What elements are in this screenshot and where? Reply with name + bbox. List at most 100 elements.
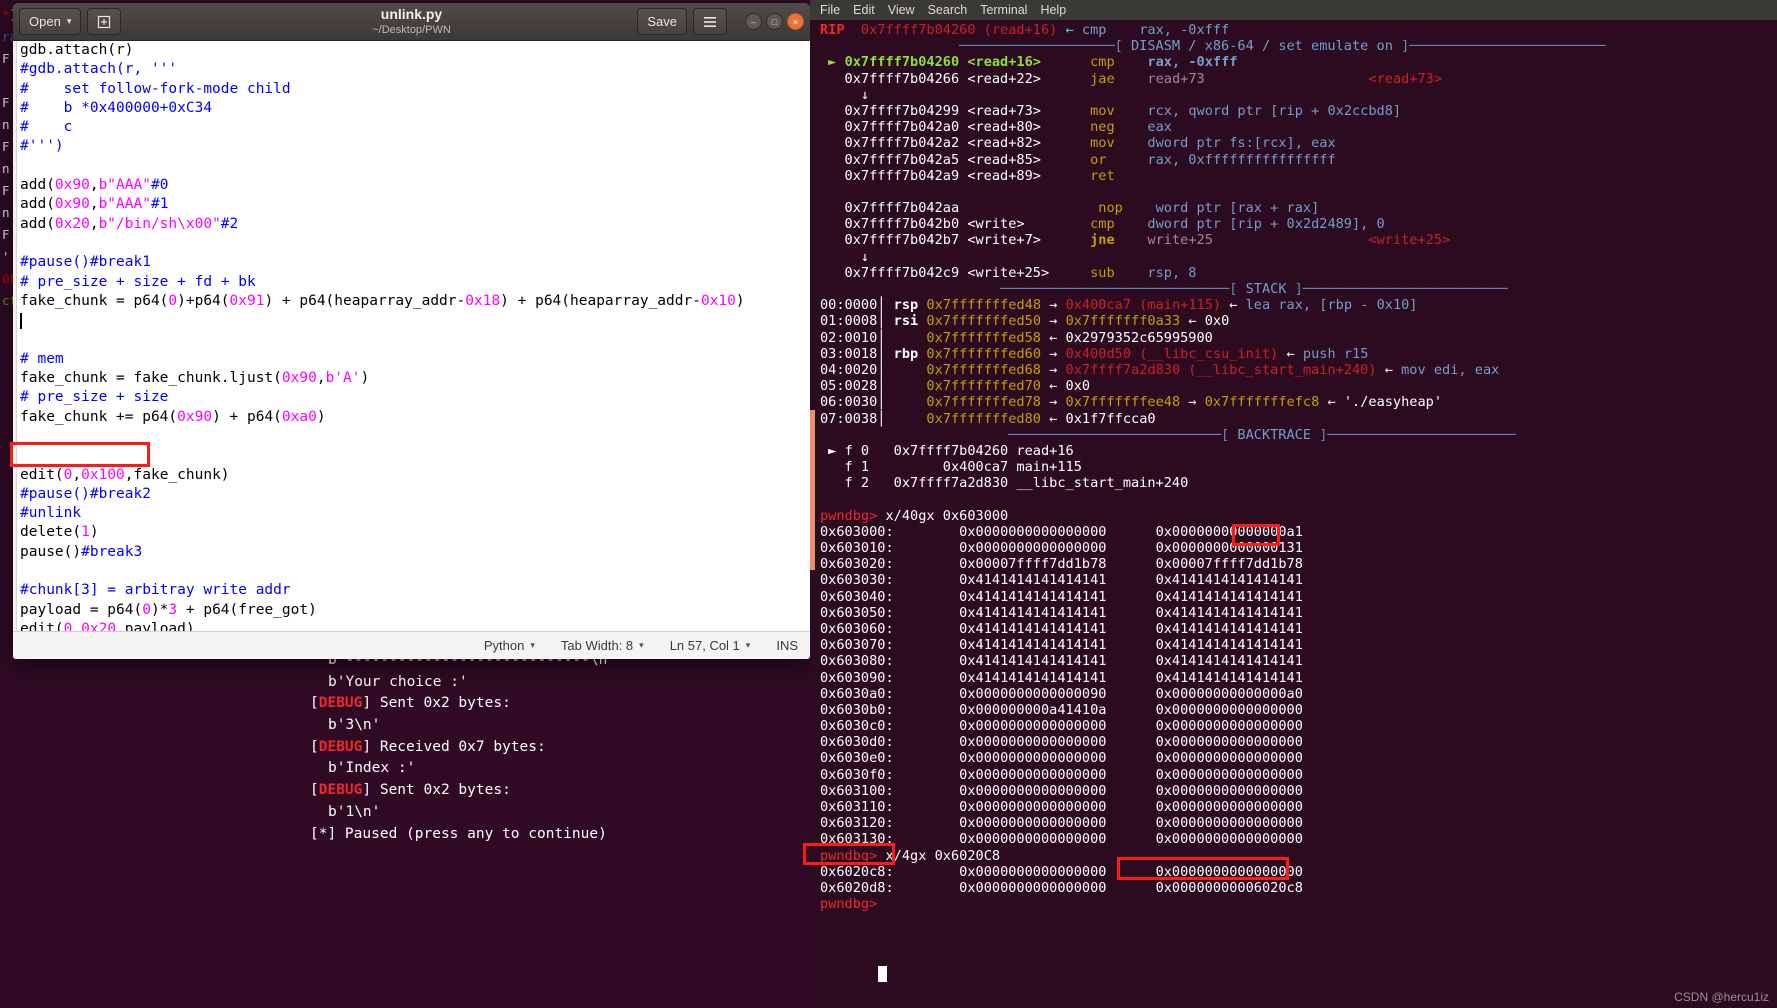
gedit-editor-area[interactable]: gdb.attach(r) #gdb.attach(r, ''' # set fol… bbox=[13, 41, 810, 631]
source-code-text[interactable]: gdb.attach(r) #gdb.attach(r, ''' # set fol… bbox=[20, 41, 810, 631]
menu-item-edit[interactable]: Edit bbox=[853, 2, 875, 18]
text-span: 0xa0 bbox=[281, 408, 317, 425]
text-span: # pre_size + size bbox=[20, 389, 169, 406]
text-span: rax, 0xffffffffffffffff bbox=[1147, 151, 1336, 168]
text-span: ,payload) bbox=[116, 620, 195, 631]
text-line: 0x603000: 0x0000000000000000 0x000000000… bbox=[820, 524, 1777, 540]
text-span: 0x7ffff7b042b0 <write> bbox=[820, 216, 1025, 233]
menu-item-search[interactable]: Search bbox=[928, 2, 968, 18]
text-span bbox=[1115, 216, 1148, 232]
text-line: 0x7ffff7b042c9 <write+25> sub rsp, 8 bbox=[820, 265, 1777, 281]
text-span: 0x90 bbox=[177, 408, 213, 425]
terminal-scroll-accent bbox=[810, 410, 815, 570]
text-span: #chunk[3] = arbitray write addr bbox=[20, 582, 291, 599]
language-selector[interactable]: Python ▾ bbox=[484, 638, 535, 653]
text-line: #pause()#break2 bbox=[20, 485, 810, 504]
text-span: │ bbox=[877, 378, 927, 395]
text-span: 03:0018 bbox=[820, 345, 878, 362]
text-span bbox=[1115, 103, 1148, 119]
text-line: 0x7ffff7b04266 <read+22> jae read+73 <re… bbox=[820, 71, 1777, 87]
text-span: edit( bbox=[20, 620, 64, 631]
text-span: F bbox=[2, 95, 10, 110]
text-span: 0x6020c8: bbox=[820, 863, 894, 880]
text-span: → bbox=[1041, 345, 1066, 362]
text-span: F bbox=[2, 139, 10, 154]
terminal-text: b'1\n' bbox=[328, 803, 381, 820]
text-span: n bbox=[2, 205, 10, 220]
text-span: 0x0000000000000000 0x0000000000000000 bbox=[893, 734, 1303, 751]
pwndbg-output[interactable]: RIP 0x7ffff7b04260 (read+16) ← cmp rax, … bbox=[810, 20, 1777, 912]
menu-item-view[interactable]: View bbox=[888, 2, 915, 18]
text-span: sub bbox=[1049, 264, 1115, 281]
text-line: 0x603030: 0x4141414141414141 0x414141414… bbox=[820, 572, 1777, 588]
text-span: │ bbox=[877, 313, 894, 330]
minimize-button[interactable]: – bbox=[745, 13, 762, 30]
gedit-window[interactable]: Open ▾ unlink.py ~/Desktop/PWN Save – □ … bbox=[13, 3, 810, 659]
text-span: payload = p64( bbox=[20, 601, 143, 618]
pwndbg-terminal-window[interactable]: File Edit View Search Terminal Help RIP 0x7ff… bbox=[810, 0, 1777, 1008]
new-document-button[interactable] bbox=[87, 8, 122, 35]
text-span: jne bbox=[1040, 232, 1115, 249]
text-span bbox=[1106, 152, 1147, 168]
text-span: , bbox=[89, 196, 99, 213]
text-span: ────────────────────────────[ bbox=[820, 281, 1246, 297]
text-line: 06:0030│ 0x7fffffffed78 → 0x7fffffffee48… bbox=[820, 394, 1777, 410]
text-span: ► bbox=[820, 442, 845, 459]
text-span: 0x4141414141414141 0x4141414141414141 bbox=[893, 604, 1303, 621]
text-span: ← bbox=[1376, 361, 1402, 378]
text-span: 0x603090: bbox=[820, 669, 894, 686]
text-span bbox=[877, 896, 885, 912]
terminal-text: b'3\n' bbox=[328, 717, 381, 734]
text-line: 0x6030d0: 0x0000000000000000 0x000000000… bbox=[820, 734, 1777, 750]
text-line: 0x7ffff7b042b0 <write> cmp dword ptr [ri… bbox=[820, 216, 1777, 232]
text-span: 0x0000000000000000 0x00000000006020c8 bbox=[893, 879, 1303, 896]
text-line: pause()#break3 bbox=[20, 543, 810, 562]
text-span: mov bbox=[1040, 102, 1115, 119]
text-span bbox=[1115, 119, 1148, 135]
maximize-button[interactable]: □ bbox=[766, 13, 783, 30]
text-span: rax, -0xfff bbox=[1147, 54, 1238, 71]
save-button-label: Save bbox=[647, 14, 677, 29]
tab-width-selector[interactable]: Tab Width: 8 ▾ bbox=[561, 638, 644, 653]
text-span: 0x0000000000000000 0x0000000000000000 bbox=[893, 831, 1303, 848]
text-span: nop bbox=[959, 200, 1123, 217]
menu-item-file[interactable]: File bbox=[820, 2, 840, 18]
text-span: 0x6030c0: bbox=[820, 718, 894, 735]
text-line: 0x603070: 0x4141414141414141 0x414141414… bbox=[820, 637, 1777, 653]
text-span: 0x10 bbox=[700, 292, 736, 309]
text-span: ret bbox=[1040, 167, 1115, 184]
close-button[interactable]: × bbox=[787, 13, 804, 30]
text-line bbox=[20, 311, 810, 330]
text-span: 0x0000000000000000 0x0000000000000000 bbox=[893, 799, 1303, 815]
menu-item-terminal[interactable]: Terminal bbox=[980, 2, 1027, 18]
text-line bbox=[20, 562, 810, 581]
text-line: 0x6020c8: 0x0000000000000000 0x000000000… bbox=[820, 864, 1777, 880]
text-span: 0x603080: bbox=[820, 653, 894, 670]
text-span: │ bbox=[877, 297, 894, 314]
text-span: neg bbox=[1040, 119, 1115, 136]
text-span: → bbox=[1180, 394, 1205, 411]
text-span: ) + p64(heaparray_addr- bbox=[500, 292, 701, 309]
menu-item-help[interactable]: Help bbox=[1040, 2, 1066, 18]
text-span: add( bbox=[20, 177, 55, 194]
cursor-position-label: Ln 57, Col 1 bbox=[669, 638, 740, 653]
text-span: 0x7ffff7a2d830 (__libc_start_main+240) bbox=[1065, 361, 1377, 378]
terminal-text: b'Your choice :' bbox=[328, 673, 468, 690]
text-span: 02:0010 bbox=[820, 329, 878, 346]
text-span: 0x603020: bbox=[820, 556, 894, 573]
text-span: b"AAA" bbox=[98, 177, 151, 194]
hamburger-menu-button[interactable] bbox=[693, 8, 727, 35]
text-line: 0x6030c0: 0x0000000000000000 0x000000000… bbox=[820, 718, 1777, 734]
text-span: delete( bbox=[20, 524, 82, 541]
terminal-text: [ bbox=[310, 825, 319, 842]
open-button[interactable]: Open ▾ bbox=[19, 8, 82, 35]
text-span: │ bbox=[877, 361, 927, 378]
terminal-line: [DEBUG] Received 0x7 bytes: bbox=[310, 737, 607, 759]
text-span: 0x6030b0: bbox=[820, 701, 894, 718]
text-line: 0x603080: 0x4141414141414141 0x414141414… bbox=[820, 653, 1777, 669]
text-span: 0x6030e0: bbox=[820, 750, 894, 767]
save-button[interactable]: Save bbox=[637, 8, 687, 35]
text-line: 0x6030a0: 0x0000000000000090 0x000000000… bbox=[820, 686, 1777, 702]
text-span: #0 bbox=[150, 177, 169, 194]
cursor-position-selector[interactable]: Ln 57, Col 1 ▾ bbox=[670, 638, 751, 653]
